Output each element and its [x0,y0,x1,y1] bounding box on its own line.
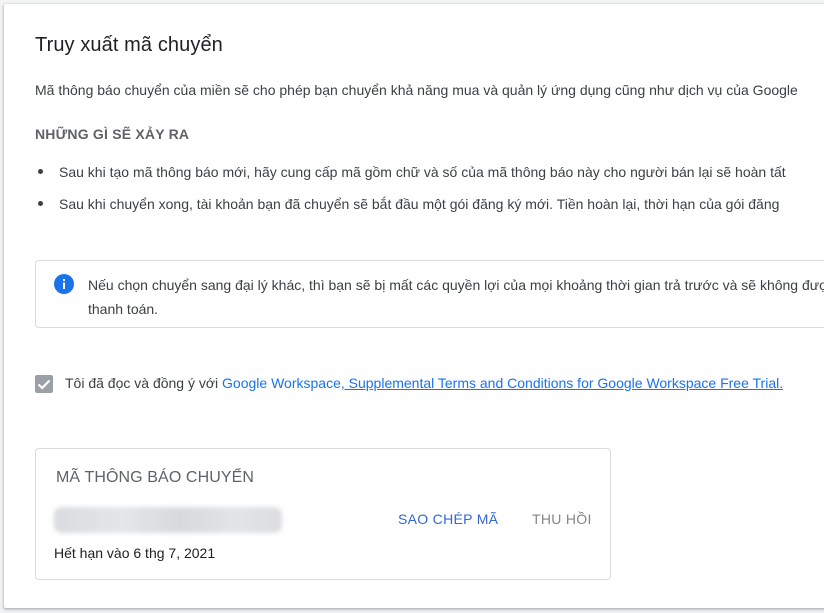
list-item-text: Sau khi tạo mã thông báo mới, hãy cung c… [59,164,786,180]
notice-text: Nếu chọn chuyển sang đại lý khác, thì bạ… [88,277,824,317]
agreement-text: Tôi đã đọc và đồng ý với Google Workspac… [65,375,783,391]
list-item-text: Sau khi chuyển xong, tài khoản bạn đã ch… [59,196,780,212]
page-title: Truy xuất mã chuyển [35,34,223,56]
section-heading: NHỮNG GÌ SẼ XẢY RA [35,126,190,142]
list-item: Sau khi tạo mã thông báo mới, hãy cung c… [35,156,786,188]
agreement-checkbox[interactable] [35,375,53,393]
token-label: MÃ THÔNG BÁO CHUYỂN [56,469,255,486]
expiry-text: Hết hạn vào 6 thg 7, 2021 [54,545,216,561]
copy-code-button[interactable]: SAO CHÉP MÃ [386,501,510,537]
bullet-dot [38,201,43,206]
agreement-prefix: Tôi đã đọc và đồng ý với [65,375,223,391]
transfer-token-card: Truy xuất mã chuyển Mã thông báo chuyển … [4,4,824,608]
supplemental-terms-link[interactable]: , Supplemental Terms and Conditions for … [341,375,783,391]
checkmark-icon [37,379,51,390]
token-value-blurred [54,507,282,533]
card-content: Truy xuất mã chuyển Mã thông báo chuyển … [4,4,824,608]
what-happens-list: Sau khi tạo mã thông báo mới, hãy cung c… [35,156,786,220]
info-notice: Nếu chọn chuyển sang đại lý khác, thì bạ… [35,260,824,328]
bullet-dot [38,169,43,174]
transfer-token-box: MÃ THÔNG BÁO CHUYỂN SAO CHÉP MÃ THU HỒI … [35,448,611,580]
list-item: Sau khi chuyển xong, tài khoản bạn đã ch… [35,188,786,220]
intro-text: Mã thông báo chuyển của miền sẽ cho phép… [35,82,798,98]
info-icon [54,274,74,294]
revoke-button[interactable]: THU HỒI [520,501,604,537]
google-workspace-link[interactable]: Google Workspace [222,375,341,391]
